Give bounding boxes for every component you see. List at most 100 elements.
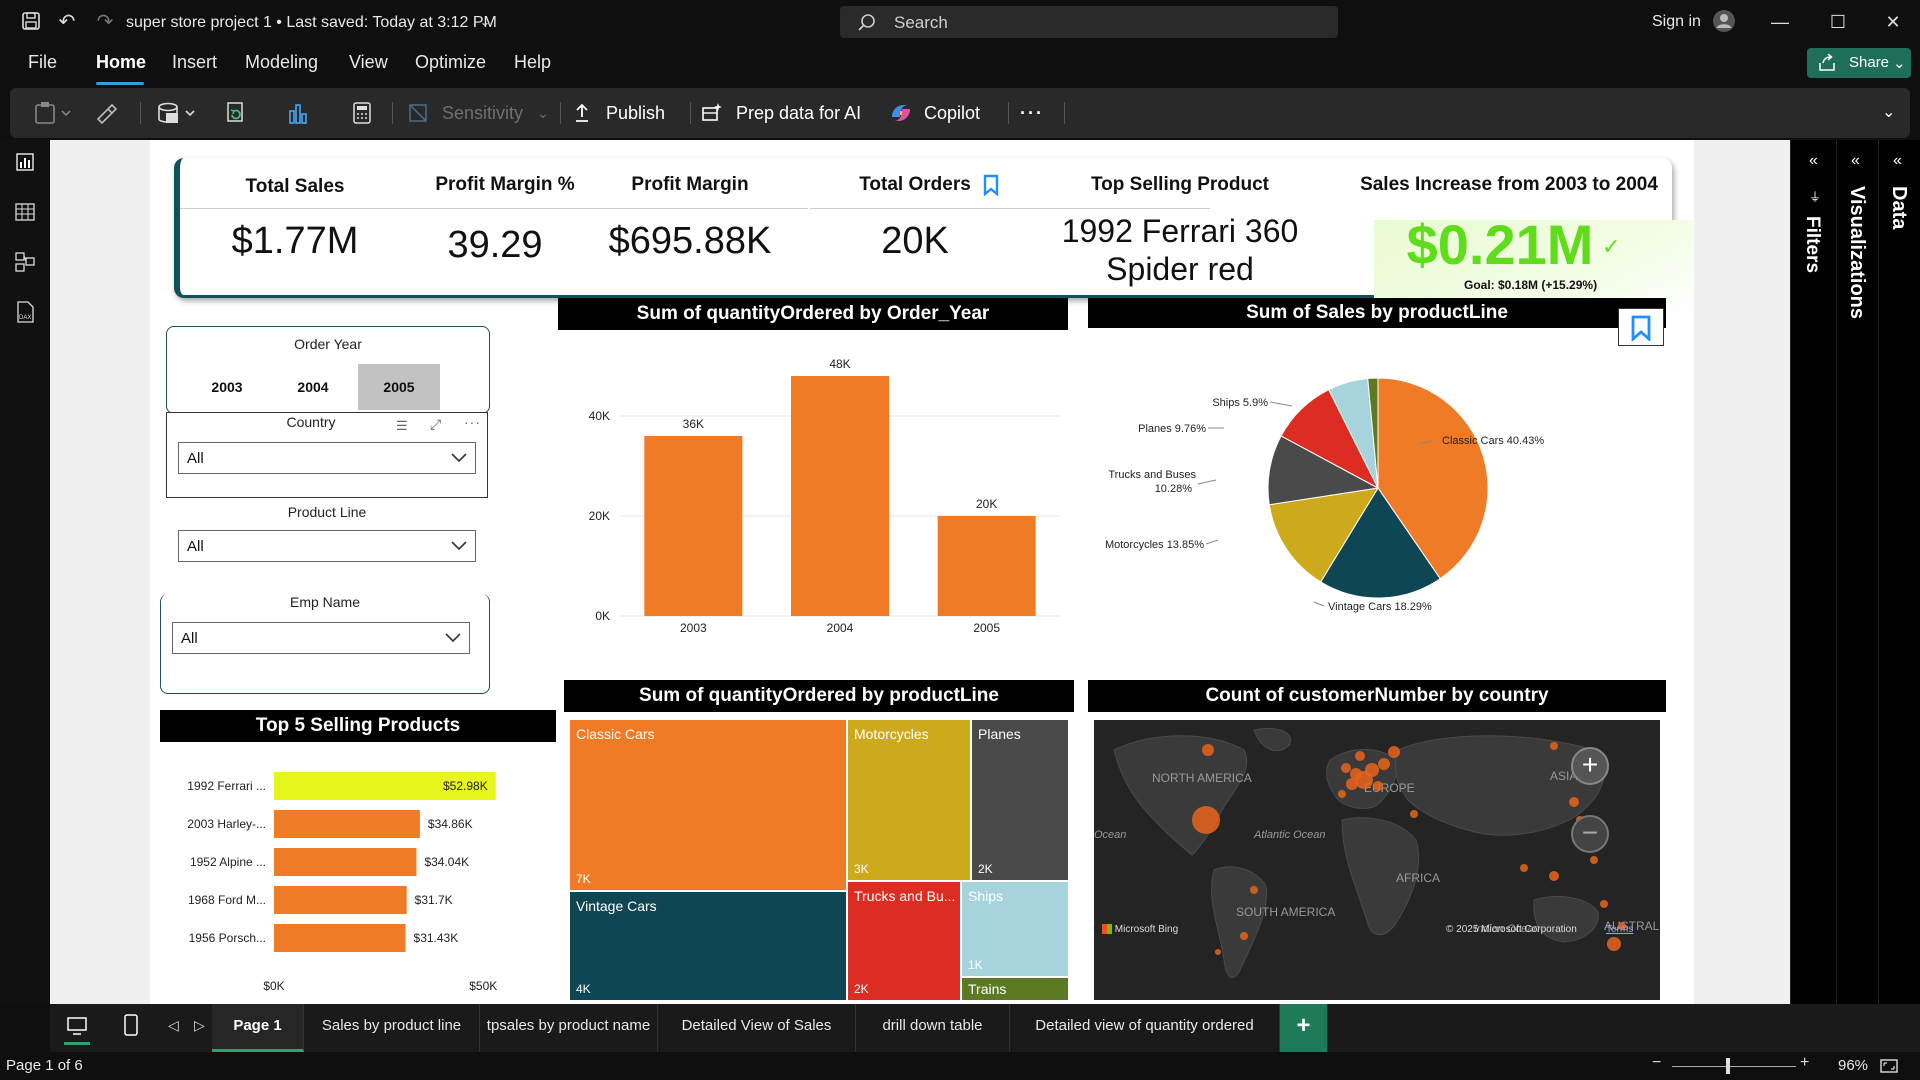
- filter-icon[interactable]: ☰: [396, 418, 408, 434]
- desktop-layout-icon[interactable]: [66, 1016, 88, 1041]
- format-painter-icon[interactable]: [94, 101, 118, 125]
- dax-query-view-icon[interactable]: DAX: [13, 300, 37, 324]
- treemap-tile[interactable]: Trains: [962, 978, 1068, 1000]
- mobile-layout-icon[interactable]: [124, 1014, 138, 1041]
- prep-data-icon[interactable]: [700, 101, 724, 125]
- year-button-2003[interactable]: 2003: [186, 364, 268, 410]
- zoom-in-button[interactable]: +: [1800, 1054, 1809, 1072]
- treemap-tile[interactable]: Classic Cars 7K: [570, 720, 846, 890]
- publish-icon[interactable]: [570, 101, 594, 125]
- prev-page-icon[interactable]: ◁: [168, 1017, 179, 1034]
- year-button-2005[interactable]: 2005: [358, 364, 440, 410]
- kpi-total-sales-label: Total Sales: [245, 176, 345, 197]
- sensitivity-chevron-icon[interactable]: ⌄: [537, 101, 549, 125]
- publish-button[interactable]: Publish: [606, 101, 665, 125]
- ribbon-toolbar: Sensitivity ⌄ Publish Prep data for AI C…: [10, 88, 1910, 138]
- sales-by-line-pie[interactable]: Classic Cars 40.43% Vintage Cars 18.29% Mo…: [1088, 340, 1666, 630]
- zoom-slider-thumb[interactable]: [1726, 1058, 1730, 1074]
- zoom-slider[interactable]: [1672, 1066, 1796, 1067]
- focus-mode-icon[interactable]: ⤢: [430, 416, 441, 433]
- refresh-icon[interactable]: [224, 101, 248, 125]
- undo-icon[interactable]: ↶: [56, 11, 78, 33]
- emp-name-dropdown[interactable]: All: [172, 622, 470, 654]
- search-input[interactable]: Search: [840, 6, 1338, 38]
- tab-sales-by-product-line[interactable]: Sales by product line: [304, 1004, 480, 1052]
- get-data-icon[interactable]: [156, 101, 200, 125]
- menu-modeling[interactable]: Modeling: [245, 52, 318, 73]
- calculator-icon[interactable]: [350, 101, 374, 125]
- year-button-2004[interactable]: 2004: [272, 364, 354, 410]
- pie-label: Trucks and Buses: [1108, 469, 1196, 481]
- menu-insert[interactable]: Insert: [172, 52, 217, 73]
- zoom-in-icon[interactable]: +: [1571, 747, 1609, 785]
- fit-to-page-icon[interactable]: [1880, 1058, 1898, 1079]
- tab-detailed-view-of-quantity-ordered[interactable]: Detailed view of quantity ordered: [1010, 1004, 1280, 1052]
- menu-view[interactable]: View: [349, 52, 388, 73]
- prep-data-button[interactable]: Prep data for AI: [736, 101, 861, 125]
- table-view-icon[interactable]: [13, 200, 37, 224]
- treemap-tile[interactable]: Planes 2K: [972, 720, 1068, 880]
- x-tick-label: 2003: [680, 621, 707, 635]
- tab-page-1[interactable]: Page 1: [212, 1004, 304, 1052]
- maximize-icon[interactable]: ☐: [1826, 10, 1850, 34]
- copilot-icon[interactable]: [888, 101, 914, 125]
- sensitivity-icon: [406, 101, 430, 125]
- country-dropdown[interactable]: All: [178, 442, 476, 474]
- visualizations-pane[interactable]: « Visualizations: [1836, 140, 1878, 1004]
- cust-by-country-title: Count of customerNumber by country: [1088, 680, 1666, 712]
- copilot-button[interactable]: Copilot: [924, 101, 980, 125]
- tab-detailed-view-of-sales[interactable]: Detailed View of Sales: [658, 1004, 856, 1052]
- map-terms-link[interactable]: Terms: [1606, 924, 1633, 935]
- product-line-dropdown[interactable]: All: [178, 530, 476, 562]
- next-page-icon[interactable]: ▷: [194, 1017, 205, 1034]
- minimize-icon[interactable]: —: [1768, 10, 1792, 34]
- top5-bar-chart[interactable]: 1992 Ferrari ... $52.98K 2003 Harley-... $3…: [160, 750, 556, 1004]
- filters-pane[interactable]: « ⏚ Filters: [1790, 140, 1836, 1004]
- treemap-tile-value: 3K: [854, 862, 869, 876]
- qty-by-line-treemap[interactable]: Classic Cars 7K Vintage Cars 4K Motorcycles 3…: [570, 720, 1068, 1000]
- sensitivity-button[interactable]: Sensitivity: [442, 101, 523, 125]
- share-icon: [1819, 54, 1835, 71]
- treemap-tile[interactable]: Ships 1K: [962, 882, 1068, 976]
- ribbon-collapse-chevron-icon[interactable]: ⌄: [1882, 101, 1895, 125]
- kpi-card-strip[interactable]: Total Sales $1.77M Profit Margin % 39.29…: [174, 158, 1694, 312]
- report-view-icon[interactable]: [13, 150, 37, 174]
- tab-tpsales-by-product-name[interactable]: tpsales by product name: [480, 1004, 658, 1052]
- data-pane[interactable]: « Data: [1878, 140, 1920, 1004]
- close-icon[interactable]: ✕: [1881, 10, 1905, 34]
- x-tick-label: $0K: [263, 979, 284, 993]
- data-collapse-icon[interactable]: «: [1893, 152, 1902, 170]
- redo-icon[interactable]: ↷: [94, 11, 116, 33]
- map-region-label: Atlantic Ocean: [1253, 829, 1326, 841]
- share-button[interactable]: Share ⌄: [1807, 48, 1911, 78]
- paste-icon[interactable]: [34, 101, 74, 125]
- menu-home[interactable]: Home: [96, 52, 146, 73]
- qty-by-year-chart[interactable]: 0K 20K 40K 36K 2003 48K 2004 20K 2005: [550, 336, 1070, 636]
- filters-collapse-icon[interactable]: «: [1809, 152, 1818, 170]
- menu-file[interactable]: File: [28, 52, 57, 73]
- treemap-tile[interactable]: Trucks and Bu... 2K: [848, 882, 960, 1000]
- view-switcher-rail: DAX: [0, 140, 50, 1004]
- bookmark-icon[interactable]: [983, 174, 999, 201]
- zoom-out-button[interactable]: −: [1652, 1054, 1661, 1072]
- order-year-title: Order Year: [294, 336, 362, 352]
- more-options-button[interactable]: ···: [1020, 101, 1044, 125]
- model-view-icon[interactable]: [13, 250, 37, 274]
- visual-more-icon[interactable]: ···: [464, 414, 481, 430]
- visualizations-collapse-icon[interactable]: «: [1851, 152, 1860, 170]
- map-bubble: [1355, 751, 1365, 761]
- title-chevron-down-icon[interactable]: ⌄: [474, 11, 496, 33]
- map-region-label: NORTH AMERICA: [1152, 771, 1252, 785]
- add-page-button[interactable]: +: [1280, 1004, 1328, 1052]
- tab-drill-down-table[interactable]: drill down table: [856, 1004, 1010, 1052]
- treemap-tile[interactable]: Vintage Cars 4K: [570, 892, 846, 1000]
- zoom-out-icon[interactable]: −: [1571, 815, 1609, 853]
- menu-help[interactable]: Help: [514, 52, 551, 73]
- account-icon[interactable]: [1712, 9, 1735, 32]
- new-visual-icon[interactable]: [286, 101, 310, 125]
- kpi-total-sales-value: $1.77M: [231, 220, 359, 262]
- treemap-tile[interactable]: Motorcycles 3K: [848, 720, 970, 880]
- save-icon[interactable]: [20, 11, 42, 33]
- menu-optimize[interactable]: Optimize: [415, 52, 486, 73]
- sign-in-link[interactable]: Sign in: [1652, 13, 1701, 31]
